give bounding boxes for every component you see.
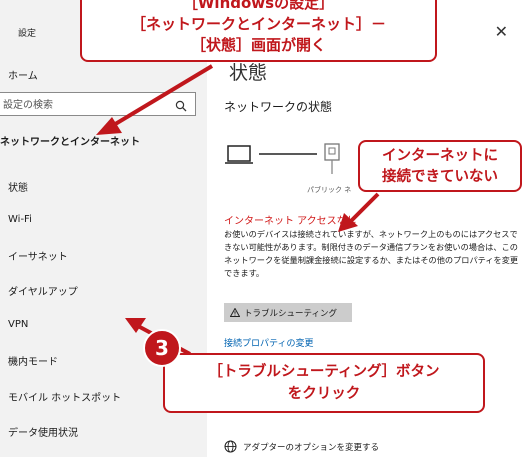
network-diagram	[225, 143, 340, 174]
callout-right-line2: 接続できていない	[382, 169, 498, 185]
close-icon[interactable]: ✕	[495, 22, 508, 41]
sidebar-item-vpn[interactable]: VPN	[8, 319, 28, 330]
callout-top: ［Windowsの設定］ ［ネットワークとインターネット］－ ［状態］画面が開く	[80, 0, 437, 62]
callout-right-line1: インターネットに	[382, 148, 498, 164]
sidebar-item-mobile-hotspot[interactable]: モバイル ホットスポット	[8, 389, 121, 404]
adapter-options-label: アダプターのオプションを変更する	[243, 442, 380, 453]
sidebar-item-dialup[interactable]: ダイヤルアップ	[8, 283, 78, 298]
callout-top-line3: ［状態］画面が開く	[190, 36, 326, 54]
internet-status-text: インターネット アクセスなし	[224, 216, 357, 227]
settings-title: 設定	[18, 29, 37, 39]
globe-icon	[224, 440, 237, 453]
status-description: お使いのデバイスは接続されていますが、ネットワーク上のものにはアクセスできない可…	[224, 229, 519, 278]
change-connection-properties-link[interactable]: 接続プロパティの変更	[224, 336, 313, 349]
callout-bottom-line2: をクリック	[287, 386, 361, 402]
callout-top-line1: ［Windowsの設定］	[182, 0, 335, 12]
sidebar-item-ethernet[interactable]: イーサネット	[8, 248, 68, 263]
callout-top-line2: ［ネットワークとインターネット］－	[130, 15, 386, 33]
troubleshoot-button-label: トラブルシューティング	[244, 308, 337, 319]
sidebar-item-status[interactable]: 状態	[8, 179, 28, 194]
sidebar-item-home[interactable]: ホーム	[8, 67, 38, 82]
callout-bottom: ［トラブルシューティング］ボタン をクリック	[163, 353, 485, 413]
network-status-heading: ネットワークの状態	[224, 100, 333, 114]
public-network-label: パブリック ネ	[307, 186, 352, 194]
ethernet-icon	[324, 143, 340, 174]
computer-icon	[225, 145, 253, 164]
page-title: 状態	[229, 62, 268, 84]
callout-bottom-line1: ［トラブルシューティング］ボタン	[208, 364, 440, 380]
adapter-options-link[interactable]: アダプターのオプションを変更する	[224, 440, 379, 453]
sidebar-item-wifi[interactable]: Wi-Fi	[8, 214, 32, 225]
step-number-badge: 3	[143, 329, 181, 367]
troubleshoot-button[interactable]: トラブルシューティング	[224, 303, 352, 322]
search-input[interactable]	[0, 94, 163, 117]
callout-right: インターネットに 接続できていない	[358, 140, 522, 192]
warning-icon	[230, 308, 240, 317]
search-box[interactable]	[0, 92, 196, 117]
sidebar-item-airplane-mode[interactable]: 機内モード	[8, 353, 58, 368]
sidebar-section-heading: ネットワークとインターネット	[0, 137, 140, 148]
sidebar-item-data-usage[interactable]: データ使用状況	[8, 424, 78, 439]
search-icon[interactable]	[175, 97, 187, 116]
